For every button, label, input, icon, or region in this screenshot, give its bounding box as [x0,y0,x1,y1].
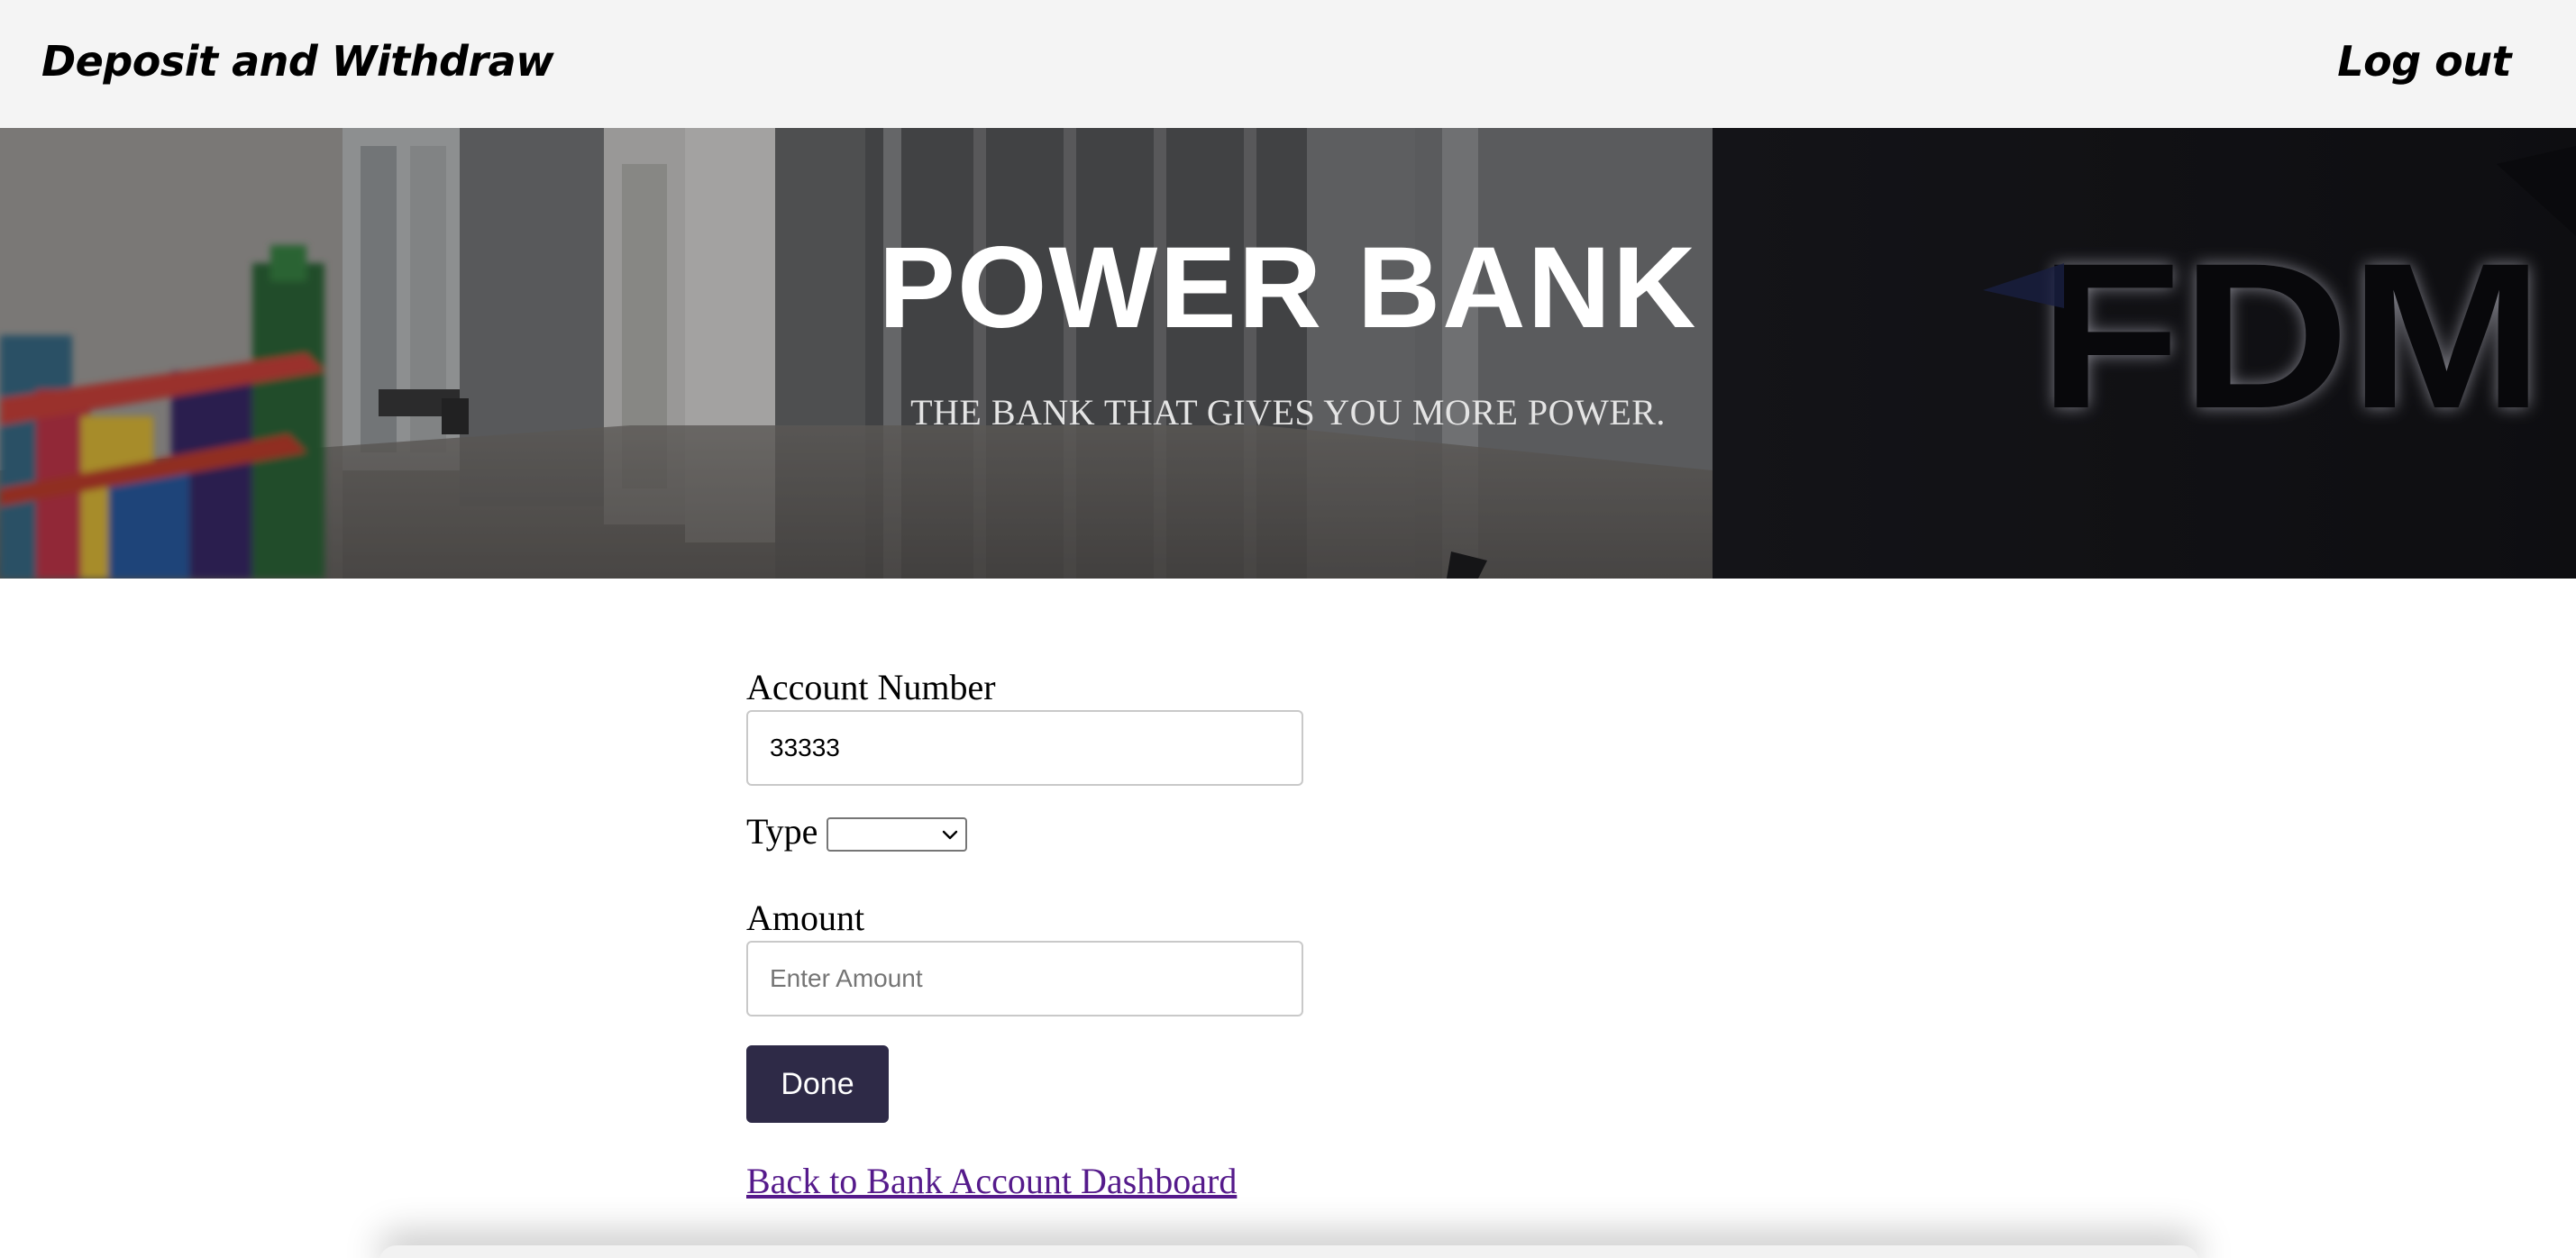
top-nav-bar: Deposit and Withdraw Log out [0,0,2576,128]
bank-tagline: THE BANK THAT GIVES YOU MORE POWER. [910,392,1666,433]
deposit-withdraw-form: Account Number Type Amount Done Back to … [746,665,1305,1204]
back-to-dashboard-link[interactable]: Back to Bank Account Dashboard [746,1159,1237,1204]
type-row: Type [746,809,1305,854]
done-button[interactable]: Done [746,1045,889,1123]
hero-overlay [0,128,2576,579]
page-title[interactable]: Deposit and Withdraw [41,31,554,92]
account-number-input[interactable] [746,710,1303,786]
amount-input[interactable] [746,941,1303,1016]
bank-name-heading: POWER BANK [878,223,1698,352]
logout-link[interactable]: Log out [2337,31,2511,92]
next-panel-edge [379,1245,2199,1258]
hero-banner: FDM FDM POWER BANK THE BANK THAT GIVES Y… [0,128,2576,579]
type-select[interactable] [827,817,968,852]
chevron-down-icon [943,830,958,840]
amount-label: Amount [746,898,865,938]
account-number-label: Account Number [746,667,996,707]
type-label: Type [746,811,818,852]
